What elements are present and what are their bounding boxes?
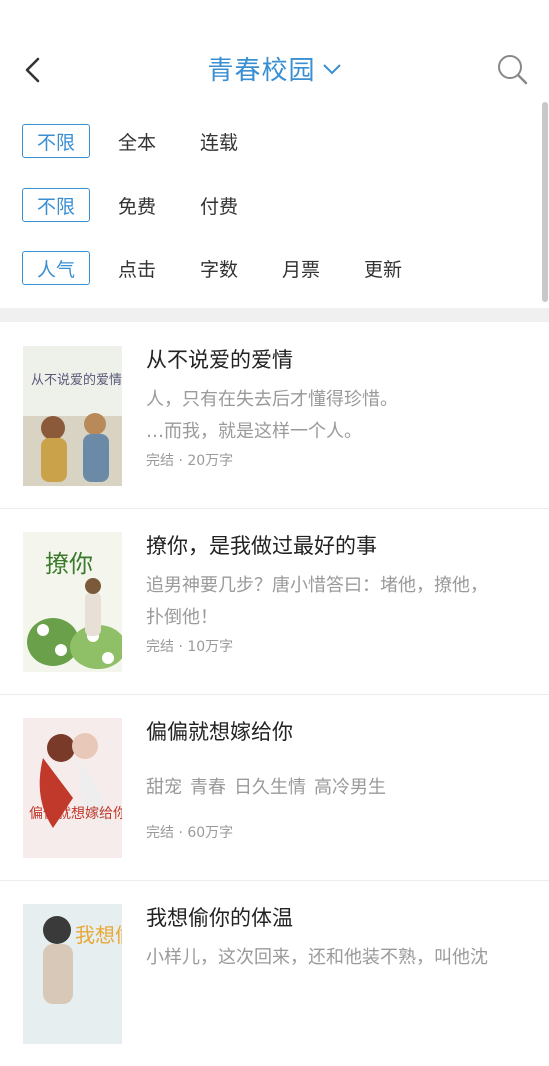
- book-description: 小样儿，这次回来，还和他装不熟，叫他沈: [146, 942, 526, 974]
- book-cover: 从不说爱的爱情: [23, 346, 122, 486]
- filter-row-price: 不限 免费 付费: [22, 188, 254, 222]
- book-description: 人，只有在失去后才懂得珍惜。 …而我，就是这样一个人。: [146, 384, 526, 448]
- filter-chip-selected[interactable]: 不限: [22, 188, 90, 222]
- book-meta: 完结 · 60万字: [146, 825, 234, 841]
- book-list-item[interactable]: 偏偏就想嫁给你 偏偏就想嫁给你 甜宠 青春 日久生情 高冷男生 完结 · 60万字: [0, 694, 549, 881]
- top-bar: 青春校园: [0, 0, 549, 108]
- book-description-line: 扑倒他！: [146, 607, 218, 628]
- book-title: 从不说爱的爱情: [146, 348, 293, 372]
- filter-option-paid[interactable]: 付费: [200, 192, 254, 219]
- chevron-down-icon: [322, 63, 341, 74]
- sort-option-monthly-votes[interactable]: 月票: [282, 255, 336, 282]
- filter-chip-selected[interactable]: 不限: [22, 124, 90, 158]
- book-cover-text: 我想偷: [75, 923, 122, 947]
- book-list-item[interactable]: 撩你 撩你，是我做过最好的事 追男神要几步？唐小惜答曰：堵他，撩他， 扑倒他！ …: [0, 508, 549, 695]
- book-cover-text: 撩你: [45, 550, 93, 578]
- book-cover: 我想偷: [23, 904, 122, 1044]
- book-cover: 撩你: [23, 532, 122, 672]
- book-list-item[interactable]: 从不说爱的爱情 从不说爱的爱情 人，只有在失去后才懂得珍惜。 …而我，就是这样一…: [0, 322, 549, 509]
- sort-option-updated[interactable]: 更新: [364, 255, 418, 282]
- book-cover-text: 从不说爱的爱情: [31, 372, 122, 388]
- book-meta: 完结 · 20万字: [146, 453, 234, 469]
- category-title-text: 青春校园: [207, 56, 316, 86]
- book-tag: 日久生情: [234, 777, 306, 798]
- filter-option-free[interactable]: 免费: [118, 192, 172, 219]
- section-divider: [0, 308, 549, 322]
- category-title[interactable]: 青春校园: [0, 50, 549, 87]
- filter-chip-selected[interactable]: 人气: [22, 251, 90, 285]
- book-title: 撩你，是我做过最好的事: [146, 534, 377, 558]
- book-description-line: …而我，就是这样一个人。: [146, 421, 362, 442]
- book-tags: 甜宠 青春 日久生情 高冷男生: [146, 772, 526, 804]
- book-description-line: 追男神要几步？唐小惜答曰：堵他，撩他，: [146, 575, 488, 596]
- filter-row-status: 不限 全本 连载: [22, 124, 254, 158]
- filter-option-serial[interactable]: 连载: [200, 128, 254, 155]
- filter-option-complete[interactable]: 全本: [118, 128, 172, 155]
- book-meta: 完结 · 10万字: [146, 639, 234, 655]
- book-title: 我想偷你的体温: [146, 906, 293, 930]
- search-icon[interactable]: [497, 54, 529, 86]
- book-cover: 偏偏就想嫁给你: [23, 718, 122, 858]
- book-tag: 青春: [190, 777, 226, 798]
- filter-row-sort: 人气 点击 字数 月票 更新: [22, 251, 418, 285]
- book-list-item[interactable]: 我想偷 我想偷你的体温 小样儿，这次回来，还和他装不熟，叫他沈: [0, 880, 549, 1066]
- book-description-line: 小样儿，这次回来，还和他装不熟，叫他沈: [146, 947, 488, 968]
- sort-option-words[interactable]: 字数: [200, 255, 254, 282]
- book-tag: 高冷男生: [314, 777, 386, 798]
- book-description: 追男神要几步？唐小惜答曰：堵他，撩他， 扑倒他！: [146, 570, 526, 634]
- book-description-line: 人，只有在失去后才懂得珍惜。: [146, 389, 398, 410]
- book-tag: 甜宠: [146, 777, 182, 798]
- scrollbar[interactable]: [542, 102, 548, 302]
- book-title: 偏偏就想嫁给你: [146, 720, 293, 744]
- sort-option-clicks[interactable]: 点击: [118, 255, 172, 282]
- book-cover-text: 偏偏就想嫁给你: [29, 806, 122, 822]
